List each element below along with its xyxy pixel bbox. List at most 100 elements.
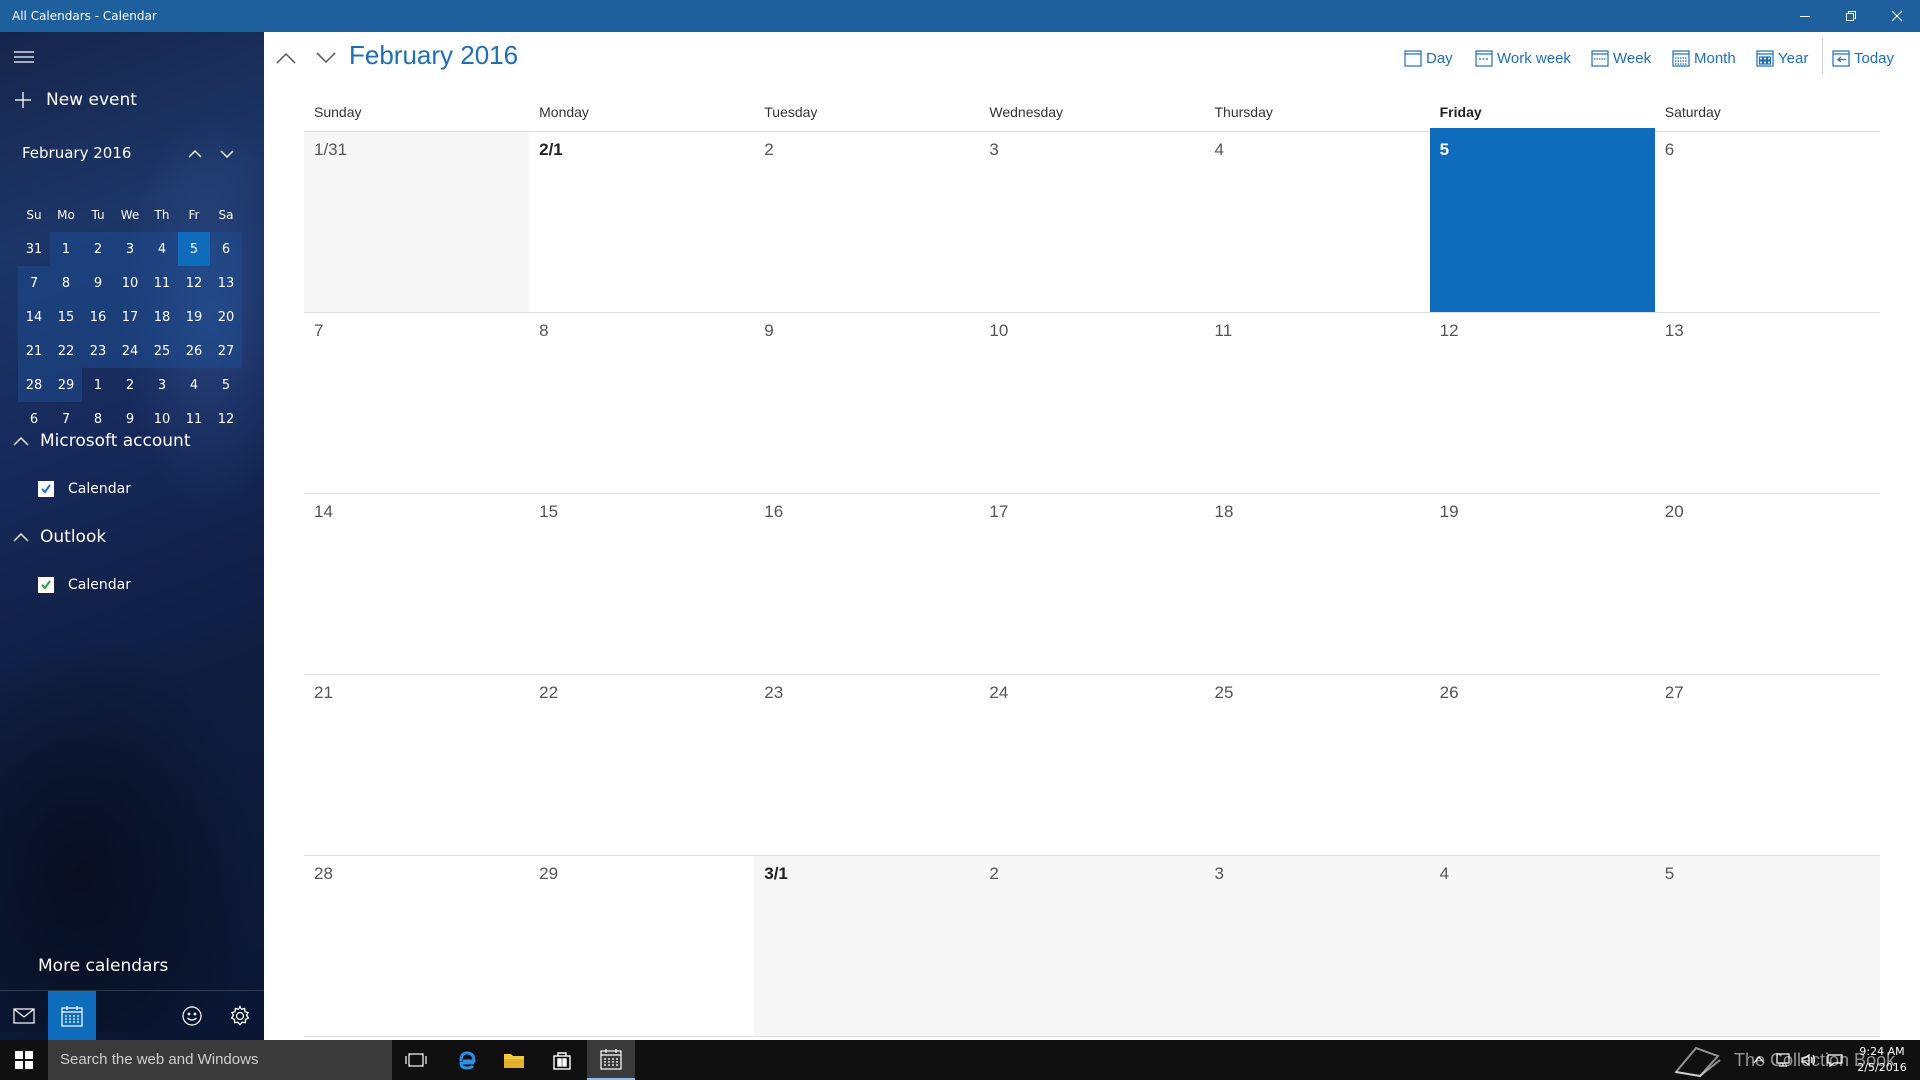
mini-day[interactable]: 4 [146,232,178,266]
mini-day[interactable]: 10 [114,266,146,300]
mini-day[interactable]: 24 [114,334,146,368]
view-work-week-button[interactable]: Work week [1475,42,1571,74]
day-cell[interactable]: 19 [1429,494,1655,675]
day-cell[interactable]: 1/31 [304,132,530,313]
settings-button[interactable] [216,991,264,1040]
mini-day[interactable]: 13 [210,266,242,300]
minimize-button[interactable] [1782,0,1828,32]
mini-day-today[interactable]: 5 [178,232,210,266]
mini-day[interactable]: 17 [114,300,146,334]
mini-day[interactable]: 3 [146,368,178,402]
task-view-button[interactable] [392,1040,440,1080]
mini-day[interactable]: 2 [114,368,146,402]
day-cell[interactable]: 2/1 [529,132,755,313]
mini-day[interactable]: 12 [178,266,210,300]
mini-calendar-next-button[interactable] [213,140,241,168]
day-cell[interactable]: 22 [529,675,755,856]
day-cell[interactable]: 14 [304,494,530,675]
today-button[interactable]: Today [1832,42,1894,74]
mini-day[interactable]: 11 [146,266,178,300]
mini-day[interactable]: 9 [82,266,114,300]
mini-day[interactable]: 1 [50,232,82,266]
new-event-button[interactable]: New event [14,90,137,110]
mini-calendar-prev-button[interactable] [181,140,209,168]
day-cell[interactable]: 9 [754,313,980,494]
mini-day[interactable]: 29 [50,368,82,402]
taskbar-search-box[interactable]: Search the web and Windows [48,1040,392,1080]
day-cell[interactable]: 25 [1204,675,1430,856]
notification-center-icon[interactable] [1826,1053,1844,1067]
mail-button[interactable] [0,991,48,1040]
day-cell[interactable]: 3 [979,132,1205,313]
taskbar-clock[interactable]: 9:24 AM 2/5/2016 [1854,1044,1910,1076]
calendar-app-button[interactable] [48,991,96,1040]
day-cell[interactable]: 4 [1429,856,1655,1037]
day-cell[interactable]: 28 [304,856,530,1037]
month-title[interactable]: February 2016 [349,40,518,71]
day-cell[interactable]: 6 [1654,132,1880,313]
volume-icon[interactable] [1800,1053,1818,1067]
day-cell[interactable]: 13 [1654,313,1880,494]
day-cell[interactable]: 23 [754,675,980,856]
day-cell[interactable]: 5 [1654,856,1880,1037]
day-cell[interactable]: 10 [979,313,1205,494]
day-cell[interactable]: 3/1 [754,856,980,1037]
mini-day[interactable]: 15 [50,300,82,334]
network-icon[interactable] [1774,1053,1792,1067]
day-cell[interactable]: 12 [1429,313,1655,494]
view-year-button[interactable]: Year [1756,42,1808,74]
restore-button[interactable] [1828,0,1874,32]
mini-day[interactable]: 14 [18,300,50,334]
day-cell[interactable]: 29 [529,856,755,1037]
mini-day[interactable]: 20 [210,300,242,334]
mini-day[interactable]: 5 [210,368,242,402]
day-cell[interactable]: 4 [1204,132,1430,313]
mini-day[interactable]: 7 [18,266,50,300]
mini-day[interactable]: 26 [178,334,210,368]
day-cell[interactable]: 21 [304,675,530,856]
day-cell[interactable]: 2 [754,132,980,313]
mini-day[interactable]: 16 [82,300,114,334]
day-cell[interactable]: 7 [304,313,530,494]
mini-day[interactable]: 21 [18,334,50,368]
view-day-button[interactable]: Day [1404,42,1453,74]
edge-browser-button[interactable] [442,1040,490,1080]
account-header-outlook[interactable]: Outlook [12,527,106,547]
day-cell[interactable]: 8 [529,313,755,494]
store-button[interactable] [538,1040,586,1080]
mini-day[interactable]: 8 [50,266,82,300]
mini-day[interactable]: 18 [146,300,178,334]
day-cell[interactable]: 17 [979,494,1205,675]
chevron-up-icon[interactable] [1752,1053,1766,1067]
day-cell[interactable]: 18 [1204,494,1430,675]
next-month-button[interactable] [310,42,342,74]
start-button[interactable] [0,1040,48,1080]
file-explorer-button[interactable] [490,1040,538,1080]
mini-calendar-title[interactable]: February 2016 [22,144,131,162]
mini-day[interactable]: 1 [82,368,114,402]
view-month-button[interactable]: Month [1672,42,1736,74]
day-cell[interactable]: 20 [1654,494,1880,675]
day-cell-today[interactable]: 5 [1429,132,1655,313]
mini-day[interactable]: 4 [178,368,210,402]
day-cell[interactable]: 11 [1204,313,1430,494]
feedback-button[interactable] [168,991,216,1040]
day-cell[interactable]: 24 [979,675,1205,856]
calendar-toggle-outlook[interactable]: Calendar [38,577,131,593]
mini-day[interactable]: 31 [18,232,50,266]
day-cell[interactable]: 3 [1204,856,1430,1037]
view-week-button[interactable]: Week [1591,42,1651,74]
mini-day[interactable]: 28 [18,368,50,402]
mini-day[interactable]: 25 [146,334,178,368]
previous-month-button[interactable] [270,42,302,74]
mini-day[interactable]: 23 [82,334,114,368]
mini-day[interactable]: 12 [210,402,242,436]
mini-day[interactable]: 27 [210,334,242,368]
more-calendars-link[interactable]: More calendars [38,956,168,976]
mini-day[interactable]: 22 [50,334,82,368]
day-cell[interactable]: 15 [529,494,755,675]
day-cell[interactable]: 26 [1429,675,1655,856]
mini-day[interactable]: 19 [178,300,210,334]
mini-day[interactable]: 3 [114,232,146,266]
account-header-microsoft[interactable]: Microsoft account [12,431,191,451]
